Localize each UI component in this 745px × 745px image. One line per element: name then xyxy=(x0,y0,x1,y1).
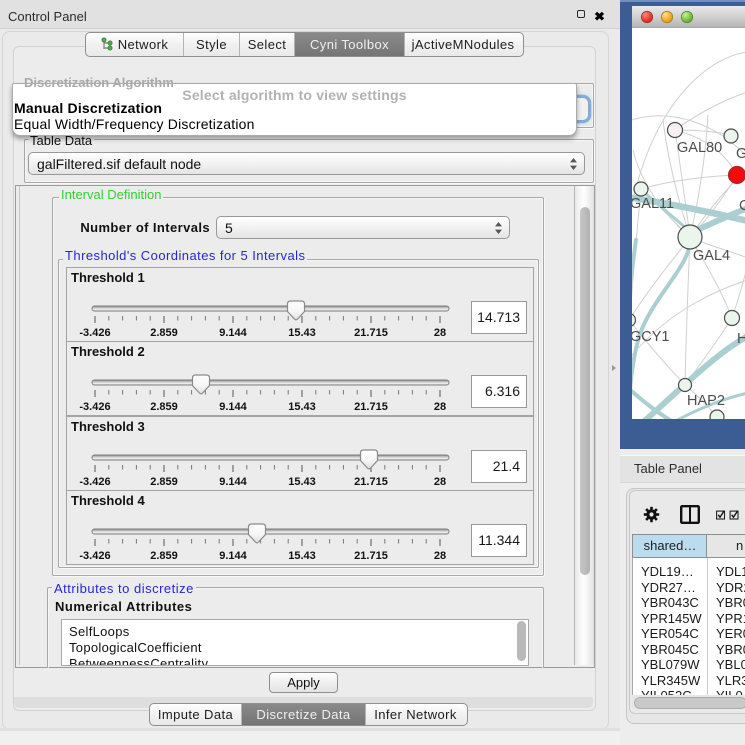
svg-text:21.715: 21.715 xyxy=(354,550,388,562)
svg-text:9.144: 9.144 xyxy=(219,550,247,562)
svg-text:15.43: 15.43 xyxy=(288,327,316,339)
svg-text:28: 28 xyxy=(434,550,446,562)
svg-text:2.859: 2.859 xyxy=(150,550,178,562)
svg-text:-3.426: -3.426 xyxy=(79,401,110,413)
svg-text:-3.426: -3.426 xyxy=(79,327,110,339)
svg-text:21.715: 21.715 xyxy=(354,476,388,488)
svg-text:GAL4: GAL4 xyxy=(693,248,730,264)
svg-text:HAP2: HAP2 xyxy=(687,393,725,409)
svg-text:21.715: 21.715 xyxy=(354,401,388,413)
svg-text:H: H xyxy=(737,331,745,347)
svg-text:9.144: 9.144 xyxy=(219,401,247,413)
svg-text:15.43: 15.43 xyxy=(288,401,316,413)
svg-text:GAL11: GAL11 xyxy=(630,196,674,212)
svg-text:21.715: 21.715 xyxy=(354,327,388,339)
svg-text:-3.426: -3.426 xyxy=(79,550,110,562)
svg-text:9.144: 9.144 xyxy=(219,327,247,339)
svg-text:GCY1: GCY1 xyxy=(630,329,670,345)
svg-text:28: 28 xyxy=(434,401,446,413)
svg-text:-3.426: -3.426 xyxy=(79,476,110,488)
svg-text:C: C xyxy=(739,198,745,214)
svg-text:2.859: 2.859 xyxy=(150,476,178,488)
svg-text:2.859: 2.859 xyxy=(150,401,178,413)
svg-text:15.43: 15.43 xyxy=(288,476,316,488)
svg-text:28: 28 xyxy=(434,476,446,488)
svg-text:15.43: 15.43 xyxy=(288,550,316,562)
svg-text:28: 28 xyxy=(434,327,446,339)
svg-text:GA: GA xyxy=(736,146,745,162)
svg-text:9.144: 9.144 xyxy=(219,476,247,488)
svg-text:GAL80: GAL80 xyxy=(677,140,722,156)
svg-text:2.859: 2.859 xyxy=(150,327,178,339)
